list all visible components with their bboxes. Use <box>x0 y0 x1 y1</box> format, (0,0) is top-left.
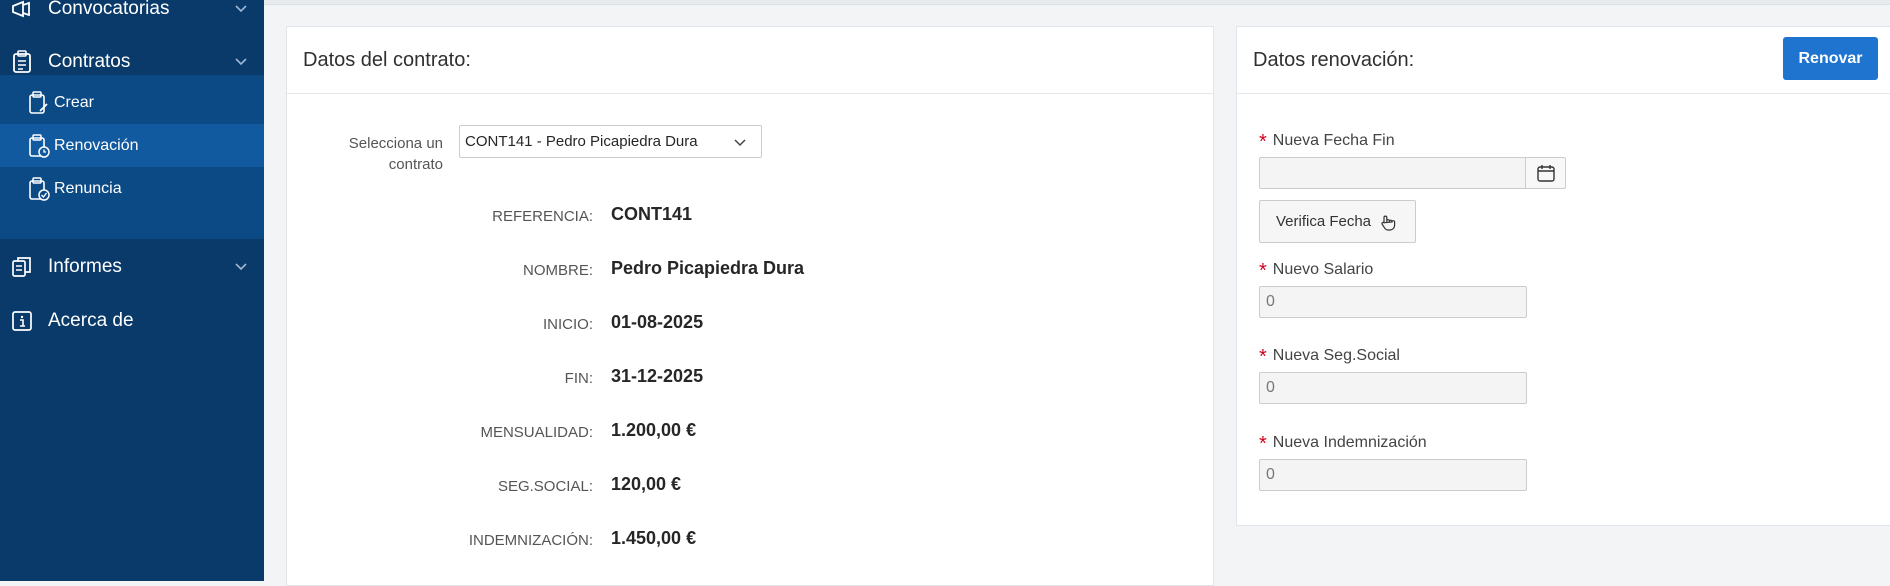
chevron-down-icon <box>235 262 247 270</box>
clipboard-edit-icon <box>29 90 48 114</box>
contract-card: Datos del contrato: Selecciona un contra… <box>286 26 1214 586</box>
field-value: 120,00 € <box>611 474 682 494</box>
info-icon <box>10 309 34 333</box>
sidebar-item-crear[interactable]: Crear <box>0 81 264 124</box>
nav-convocatorias[interactable]: Convocatorias <box>0 0 264 30</box>
field-fin: FIN: 31-12-2025 <box>287 364 1215 394</box>
button-label: Verifica Fecha <box>1275 213 1372 230</box>
field-indemnizacion: INDEMNIZACIÓN: 1.450,00 € <box>287 526 1215 556</box>
field-value: 31-12-2025 <box>611 366 704 386</box>
select-label: Selecciona un contrato <box>348 135 443 173</box>
required-mark: * <box>1259 131 1267 153</box>
nueva-seg-social-input[interactable] <box>1259 372 1527 404</box>
field-key: REFERENCIA: <box>492 208 593 225</box>
nueva-fecha-fin-input[interactable] <box>1259 157 1529 189</box>
sidebar-item-label: Renovación <box>54 136 139 154</box>
card-title: Datos renovación: <box>1253 49 1415 71</box>
card-title: Datos del contrato: <box>303 49 471 71</box>
sidebar-item-label: Crear <box>54 93 95 111</box>
field-value: CONT141 <box>611 204 693 224</box>
field-key: INDEMNIZACIÓN: <box>468 532 593 549</box>
nav-label: Informes <box>48 255 122 277</box>
clipboard-clock-icon <box>29 133 50 158</box>
clipboard-icon <box>10 49 34 74</box>
label-text: Nuevo Salario <box>1272 261 1374 278</box>
select-value: CONT141 - Pedro Picapiedra Dura <box>465 133 698 150</box>
verifica-fecha-button[interactable]: Verifica Fecha <box>1259 200 1416 243</box>
field-key: NOMBRE: <box>522 262 593 279</box>
contract-select[interactable]: CONT141 - Pedro Picapiedra Dura <box>459 125 762 158</box>
card-header: Datos del contrato: <box>287 27 1213 94</box>
sidebar-item-label: Renuncia <box>54 179 122 197</box>
nav-label: Convocatorias <box>48 0 170 19</box>
field-value: 1.450,00 € <box>611 528 697 548</box>
sidebar-item-renuncia[interactable]: Renuncia <box>0 167 264 210</box>
contratos-submenu: Crear Renovación Renuncia <box>0 75 264 239</box>
megaphone-icon <box>10 0 34 21</box>
nuevo-salario-input[interactable] <box>1259 286 1527 318</box>
label-text: Nueva Fecha Fin <box>1272 132 1395 149</box>
field-mensualidad: MENSUALIDAD: 1.200,00 € <box>287 418 1215 448</box>
sidebar: Convocatorias Contratos Crear Renovación… <box>0 0 264 581</box>
label-text: Nueva Indemnización <box>1272 434 1427 451</box>
card-header: Datos renovación: Renovar <box>1237 27 1890 94</box>
renewal-card: Datos renovación: Renovar * Nueva Fecha F… <box>1236 26 1890 526</box>
nueva-fecha-fin-label: * Nueva Fecha Fin <box>1259 128 1395 153</box>
nueva-indemnizacion-input[interactable] <box>1259 459 1527 491</box>
chevron-down-icon <box>235 4 247 12</box>
field-inicio: INICIO: 01-08-2025 <box>287 310 1215 340</box>
field-key: INICIO: <box>542 316 593 333</box>
clipboard-check-icon <box>29 176 50 201</box>
nueva-indemnizacion-label: * Nueva Indemnización <box>1259 430 1427 455</box>
sidebar-item-renovacion[interactable]: Renovación <box>0 124 264 167</box>
required-mark: * <box>1259 346 1267 368</box>
field-value: 01-08-2025 <box>611 312 704 332</box>
top-strip <box>264 0 1890 5</box>
nav-acerca-de[interactable]: Acerca de <box>0 299 264 342</box>
documents-icon <box>10 255 34 279</box>
required-mark: * <box>1259 260 1267 282</box>
nav-label: Contratos <box>48 50 131 72</box>
chevron-down-icon <box>235 57 247 65</box>
field-nombre: NOMBRE: Pedro Picapiedra Dura <box>287 256 1215 286</box>
label-text: Nueva Seg.Social <box>1272 347 1400 364</box>
calendar-button[interactable] <box>1525 157 1566 189</box>
field-seg-social: SEG.SOCIAL: 120,00 € <box>287 472 1215 502</box>
required-mark: * <box>1259 433 1267 455</box>
field-value: Pedro Picapiedra Dura <box>611 258 805 278</box>
hand-pointer-icon <box>1381 215 1396 231</box>
field-referencia: REFERENCIA: CONT141 <box>287 202 1215 232</box>
field-key: SEG.SOCIAL: <box>497 478 593 495</box>
nav-label: Acerca de <box>48 309 134 331</box>
nueva-seg-social-label: * Nueva Seg.Social <box>1259 343 1400 368</box>
calendar-icon <box>1536 165 1555 182</box>
nuevo-salario-label: * Nuevo Salario <box>1259 257 1374 282</box>
renovar-button[interactable]: Renovar <box>1783 37 1878 80</box>
chevron-down-icon <box>734 139 746 147</box>
field-key: MENSUALIDAD: <box>480 424 593 441</box>
field-value: 1.200,00 € <box>611 420 697 440</box>
nav-informes[interactable]: Informes <box>0 245 264 288</box>
field-key: FIN: <box>564 370 593 387</box>
